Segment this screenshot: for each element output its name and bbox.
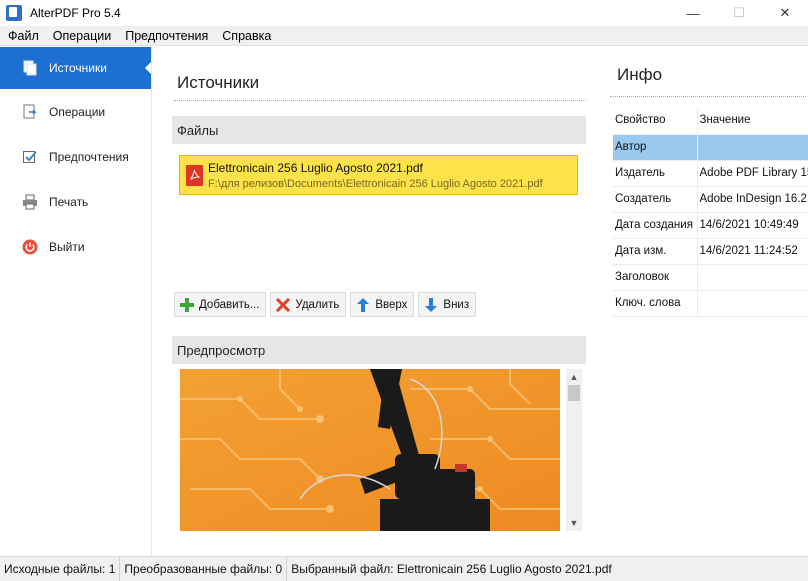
sidebar-item-print[interactable]: Печать — [0, 179, 151, 224]
operations-icon — [22, 104, 38, 120]
property-cell: Автор — [613, 134, 698, 161]
app-logo-icon — [6, 5, 22, 21]
file-name: Elettronicain 256 Luglio Agosto 2021.pdf — [208, 160, 423, 175]
file-actions-toolbar: Добавить... Удалить Вверх Вниз — [174, 292, 480, 317]
files-list[interactable]: Elettronicain 256 Luglio Agosto 2021.pdf… — [172, 148, 586, 288]
move-up-button[interactable]: Вверх — [350, 292, 415, 317]
page-title: Источники — [177, 73, 260, 92]
sidebar-item-label: Операции — [49, 104, 106, 119]
arrow-down-icon — [423, 297, 439, 313]
status-converted-files: Преобразованные файлы: 0 — [120, 556, 288, 581]
add-button-label: Добавить... — [199, 298, 260, 311]
scroll-down-arrow-icon[interactable]: ▼ — [566, 515, 582, 531]
preview-scrollbar[interactable]: ▲ ▼ — [566, 369, 582, 531]
pdf-file-icon — [186, 164, 203, 186]
list-item[interactable]: Elettronicain 256 Luglio Agosto 2021.pdf… — [179, 155, 578, 195]
column-header-value[interactable]: Значение — [697, 107, 808, 135]
files-section-header: Файлы — [172, 116, 586, 144]
value-cell — [697, 290, 808, 317]
status-bar: Исходные файлы: 1 Преобразованные файлы:… — [0, 556, 808, 581]
property-cell: Издатель — [613, 160, 698, 187]
menu-help[interactable]: Справка — [215, 29, 278, 43]
value-cell: Adobe PDF Library 15 — [697, 160, 808, 187]
info-title: Инфо — [617, 65, 663, 84]
table-header-row: Свойство Значение — [613, 107, 808, 135]
delete-button-label: Удалить — [295, 298, 340, 311]
value-cell — [697, 134, 808, 161]
preferences-icon — [22, 149, 38, 165]
property-cell: Дата изм. — [613, 238, 698, 265]
power-icon — [22, 239, 38, 255]
status-selected-file: Выбранный файл: Elettronicain 256 Luglio… — [291, 562, 612, 576]
delete-button[interactable]: Удалить — [270, 292, 347, 317]
sidebar: Источники Операции Предпочтения Печать В… — [0, 47, 152, 556]
close-button[interactable]: ✕ — [762, 0, 808, 26]
status-source-files: Исходные файлы: 1 — [0, 556, 121, 581]
sidebar-item-sources[interactable]: Источники — [0, 47, 151, 89]
delete-x-icon — [275, 297, 291, 313]
maximize-button[interactable]: ☐ — [716, 0, 762, 26]
scroll-up-arrow-icon[interactable]: ▲ — [566, 369, 582, 385]
file-path: F:\для релизов\Documents\Elettronicain 2… — [208, 177, 543, 190]
minimize-button[interactable]: — — [670, 0, 716, 26]
printer-icon — [22, 194, 38, 210]
window-controls: — ☐ ✕ — [670, 0, 808, 26]
sidebar-item-label: Выйти — [49, 239, 85, 254]
property-cell: Заголовок — [613, 264, 698, 291]
info-panel: Инфо Свойство Значение Автор Издатель Ad… — [607, 47, 808, 556]
sidebar-item-exit[interactable]: Выйти — [0, 224, 151, 269]
column-header-property[interactable]: Свойство — [613, 107, 698, 135]
table-row[interactable]: Дата создания 14/6/2021 10:49:49 — [613, 212, 808, 239]
value-cell: Adobe InDesign 16.2 — [697, 186, 808, 213]
sources-icon — [22, 60, 38, 76]
value-cell: 14/6/2021 11:24:52 — [697, 238, 808, 265]
menu-bar: Файл Операции Предпочтения Справка — [0, 26, 808, 46]
table-row[interactable]: Дата изм. 14/6/2021 11:24:52 — [613, 238, 808, 265]
sidebar-item-label: Предпочтения — [49, 149, 129, 164]
arrow-up-icon — [355, 297, 371, 313]
property-cell: Дата создания — [613, 212, 698, 239]
value-cell: 14/6/2021 10:49:49 — [697, 212, 808, 239]
property-cell: Ключ. слова — [613, 290, 698, 317]
plus-icon — [179, 297, 195, 313]
title-divider — [174, 100, 586, 101]
info-divider — [610, 96, 806, 97]
add-button[interactable]: Добавить... — [174, 292, 267, 317]
value-cell — [697, 264, 808, 291]
sidebar-item-label: Печать — [49, 194, 89, 209]
table-row[interactable]: Автор — [613, 134, 808, 161]
table-row[interactable]: Заголовок — [613, 264, 808, 291]
move-down-button-label: Вниз — [443, 298, 470, 311]
pdf-preview-image — [180, 369, 560, 531]
property-cell: Создатель — [613, 186, 698, 213]
main-panel: Источники Файлы Elettronicain 256 Luglio… — [153, 47, 607, 556]
preview-section-header: Предпросмотр — [172, 336, 586, 364]
menu-operations[interactable]: Операции — [46, 29, 118, 43]
menu-preferences[interactable]: Предпочтения — [118, 29, 215, 43]
move-up-button-label: Вверх — [375, 298, 408, 311]
menu-file[interactable]: Файл — [0, 29, 46, 43]
title-bar: AlterPDF Pro 5.4 — ☐ ✕ — [0, 0, 808, 26]
sidebar-item-label: Источники — [49, 61, 107, 75]
info-table: Свойство Значение Автор Издатель Adobe P… — [613, 107, 808, 317]
window-title: AlterPDF Pro 5.4 — [30, 6, 121, 20]
table-row[interactable]: Ключ. слова — [613, 290, 808, 317]
sidebar-item-operations[interactable]: Операции — [0, 89, 151, 134]
move-down-button[interactable]: Вниз — [418, 292, 477, 317]
sidebar-item-preferences[interactable]: Предпочтения — [0, 134, 151, 179]
table-row[interactable]: Создатель Adobe InDesign 16.2 — [613, 186, 808, 213]
table-row[interactable]: Издатель Adobe PDF Library 15 — [613, 160, 808, 187]
scrollbar-thumb[interactable] — [568, 385, 580, 401]
